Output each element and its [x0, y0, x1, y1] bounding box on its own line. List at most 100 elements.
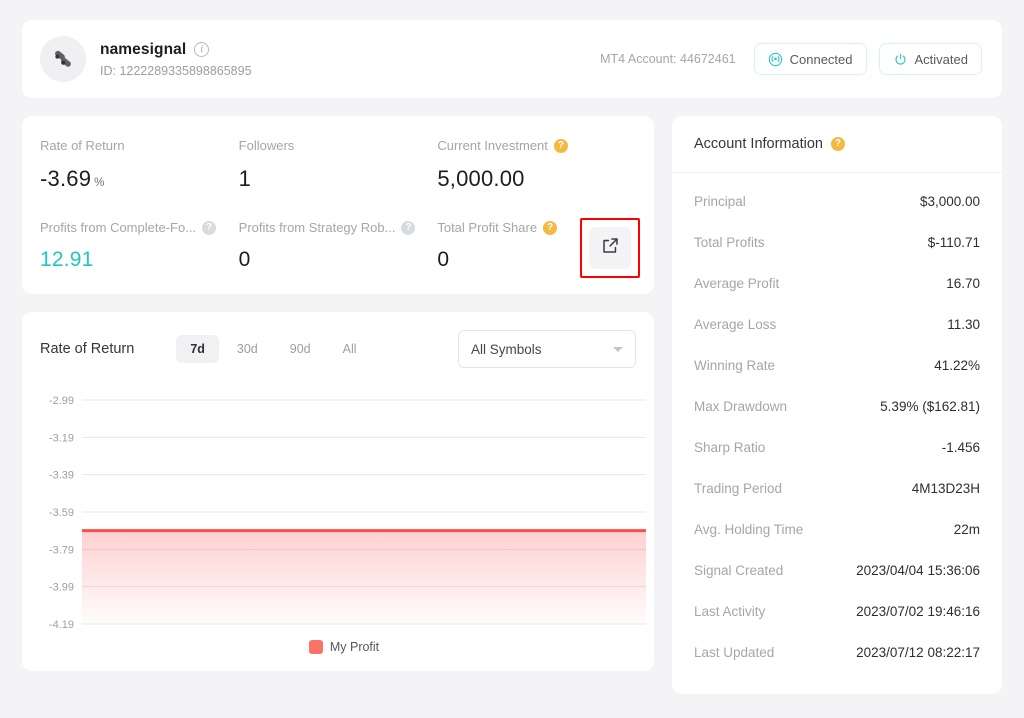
range-tab-30d[interactable]: 30d [223, 335, 272, 363]
stat-value-number: 1 [238, 166, 252, 191]
stat-current-investment: Current Investment ? 5,000.00 [437, 138, 636, 192]
stat-value-number: 5,000.00 [437, 166, 525, 191]
account-info-value: $3,000.00 [919, 194, 980, 209]
open-external-button[interactable] [589, 227, 631, 269]
account-information-title: Account Information [694, 136, 823, 152]
stat-label-text: Profits from Strategy Rob... [238, 220, 396, 235]
account-info-row: Max Drawdown 5.39% ($162.81) [694, 386, 980, 427]
range-tab-90d[interactable]: 90d [276, 335, 325, 363]
account-info-row: Principal $3,000.00 [694, 181, 980, 222]
right-column: Account Information ? Principal $3,000.00… [672, 116, 1002, 694]
account-info-value: 2023/07/02 19:46:16 [856, 604, 980, 619]
account-info-value: 41.22% [934, 358, 980, 373]
account-info-value: -1.456 [941, 440, 980, 455]
connected-status-button[interactable]: Connected [753, 43, 867, 75]
stat-profits-complete-follow: Profits from Complete-Fo... ? 12.91 [40, 220, 239, 272]
account-information-list: Principal $3,000.00 Total Profits $-110.71 A… [672, 173, 1002, 683]
account-info-value: 11.30 [947, 317, 980, 332]
signal-logo-icon [40, 36, 86, 82]
chart-toolbar: Rate of Return 7d 30d 90d All All Symbol… [22, 330, 654, 368]
account-info-key: Signal Created [694, 563, 784, 578]
account-info-value: 4M13D23H [911, 481, 980, 496]
chart-y-tick-label: -3.99 [49, 582, 74, 594]
stat-value: -3.69% [40, 166, 239, 192]
stat-value: 12.91 [40, 248, 239, 272]
help-icon[interactable]: ? [553, 138, 568, 153]
page-root: namesignal i ID: 1222289335898865895 MT4… [0, 0, 1024, 718]
stat-profits-strategy-robot: Profits from Strategy Rob... ? 0 [239, 220, 438, 272]
legend-label-my-profit: My Profit [329, 640, 380, 654]
stats-row-secondary: Profits from Complete-Fo... ? 12.91 Prof… [22, 220, 654, 272]
chart-title: Rate of Return [40, 341, 135, 357]
account-info-value: 2023/07/12 08:22:17 [856, 645, 980, 660]
account-info-key: Max Drawdown [694, 399, 788, 414]
chart-y-tick-label: -2.99 [49, 395, 74, 407]
account-info-key: Average Profit [694, 276, 780, 291]
account-info-value: 5.39% ($162.81) [880, 399, 980, 414]
stat-label: Profits from Complete-Fo... ? [40, 220, 239, 235]
symbol-filter-select[interactable]: All Symbols [458, 330, 636, 368]
body-layout: Rate of Return -3.69% Followers 1 Curren… [22, 116, 1002, 694]
account-info-row: Signal Created 2023/04/04 15:36:06 [694, 550, 980, 591]
account-info-row: Last Updated 2023/07/12 08:22:17 [694, 632, 980, 673]
stat-value-number: 0 [437, 248, 450, 271]
rate-of-return-chart-card: Rate of Return 7d 30d 90d All All Symbol… [22, 312, 654, 671]
account-info-row: Sharp Ratio -1.456 [694, 427, 980, 468]
account-info-row: Avg. Holding Time 22m [694, 509, 980, 550]
stat-value: 5,000.00 [437, 166, 636, 192]
chart-y-tick-label: -3.39 [49, 470, 74, 482]
help-icon[interactable]: ? [401, 220, 416, 235]
header-actions: MT4 Account: 44672461 Connected Activate… [600, 43, 982, 75]
account-info-key: Sharp Ratio [694, 440, 766, 455]
range-tab-7d[interactable]: 7d [176, 335, 219, 363]
info-icon[interactable]: i [194, 42, 210, 57]
activated-label: Activated [914, 51, 968, 67]
account-info-value: $-110.71 [927, 235, 980, 250]
account-info-key: Total Profits [694, 235, 765, 250]
account-info-row: Last Activity 2023/07/02 19:46:16 [694, 591, 980, 632]
left-column: Rate of Return -3.69% Followers 1 Curren… [22, 116, 654, 671]
stat-label-text: Profits from Complete-Fo... [40, 220, 197, 235]
account-info-key: Last Updated [694, 645, 775, 660]
range-tab-group: 7d 30d 90d All [176, 335, 370, 363]
external-link-icon [601, 236, 620, 260]
account-information-header: Account Information ? [672, 116, 1002, 173]
rate-of-return-line-chart: -2.99 -3.19 -3.39 -3.59 -3.79 -3.99 -4.19 [49, 395, 646, 631]
account-info-key: Last Activity [694, 604, 766, 619]
chart-y-tick-label: -3.79 [49, 544, 74, 556]
stat-value-number: -3.69 [40, 166, 92, 191]
signal-header-card: namesignal i ID: 1222289335898865895 MT4… [22, 20, 1002, 98]
help-icon[interactable]: ? [202, 220, 217, 235]
account-info-row: Average Loss 11.30 [694, 304, 980, 345]
mt4-account-label: MT4 Account: 44672461 [600, 52, 736, 66]
account-info-key: Average Loss [694, 317, 777, 332]
account-info-row: Average Profit 16.70 [694, 263, 980, 304]
signal-identity: namesignal i ID: 1222289335898865895 [100, 41, 252, 78]
stat-label-text: Current Investment [437, 138, 548, 153]
connected-label: Connected [789, 51, 853, 67]
symbol-filter-value: All Symbols [471, 341, 542, 357]
stat-value: 1 [239, 166, 438, 192]
help-icon[interactable]: ? [830, 137, 845, 151]
chart-y-tick-label: -3.19 [49, 432, 74, 444]
chart-y-tick-label: -4.19 [49, 619, 74, 631]
account-info-key: Trading Period [694, 481, 783, 496]
stat-rate-of-return: Rate of Return -3.69% [40, 138, 239, 192]
stat-label-text: Followers [238, 138, 295, 153]
stat-value-unit: % [94, 177, 105, 189]
signal-name: namesignal [100, 40, 187, 58]
activated-status-button[interactable]: Activated [878, 43, 982, 75]
stats-row-primary: Rate of Return -3.69% Followers 1 Curren… [22, 138, 654, 192]
stat-followers: Followers 1 [239, 138, 438, 192]
stat-label: Current Investment ? [437, 138, 636, 153]
stat-value-number: 12.91 [40, 248, 94, 271]
external-link-highlight [580, 218, 640, 278]
help-icon[interactable]: ? [543, 220, 558, 235]
power-icon [893, 52, 908, 67]
account-info-key: Winning Rate [694, 358, 776, 373]
range-tab-all[interactable]: All [329, 335, 371, 363]
stat-label-text: Rate of Return [40, 138, 125, 153]
account-info-key: Principal [694, 194, 746, 209]
legend-swatch-my-profit [308, 640, 323, 654]
account-info-row: Total Profits $-110.71 [694, 222, 980, 263]
